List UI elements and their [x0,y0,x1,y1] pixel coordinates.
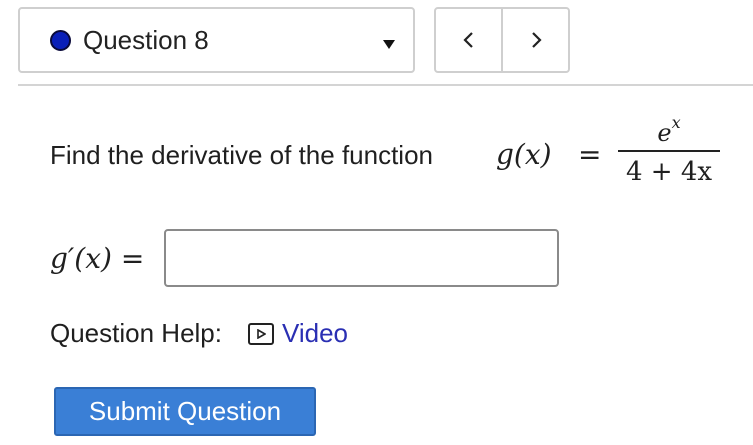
question-nav [434,7,570,73]
equals-sign: = [578,138,602,171]
question-select[interactable]: Question 8 [18,7,415,73]
caret-down-icon [383,40,395,49]
fraction-denominator: 4 + 4x [625,157,713,187]
previous-question-button[interactable] [436,9,501,71]
answer-input[interactable] [164,229,559,287]
chevron-left-icon [462,32,473,48]
status-dot-icon [50,29,71,51]
question-prompt: Find the derivative of the function [50,140,434,170]
function-lhs: g(x) [496,138,552,171]
question-select-label: Question 8 [83,24,209,55]
fraction-numerator: ex [657,113,681,147]
question-help: Question Help: Video [50,318,348,349]
submit-question-button[interactable]: Submit Question [54,387,316,436]
next-question-button[interactable] [501,9,568,71]
chevron-right-icon [531,32,542,48]
video-play-icon[interactable] [247,322,274,345]
divider [18,84,753,86]
video-link[interactable]: Video [282,318,348,349]
answer-label: g′(x) = [50,242,145,275]
question-help-label: Question Help: [50,318,222,348]
function-fraction: ex 4 + 4x [618,104,720,192]
